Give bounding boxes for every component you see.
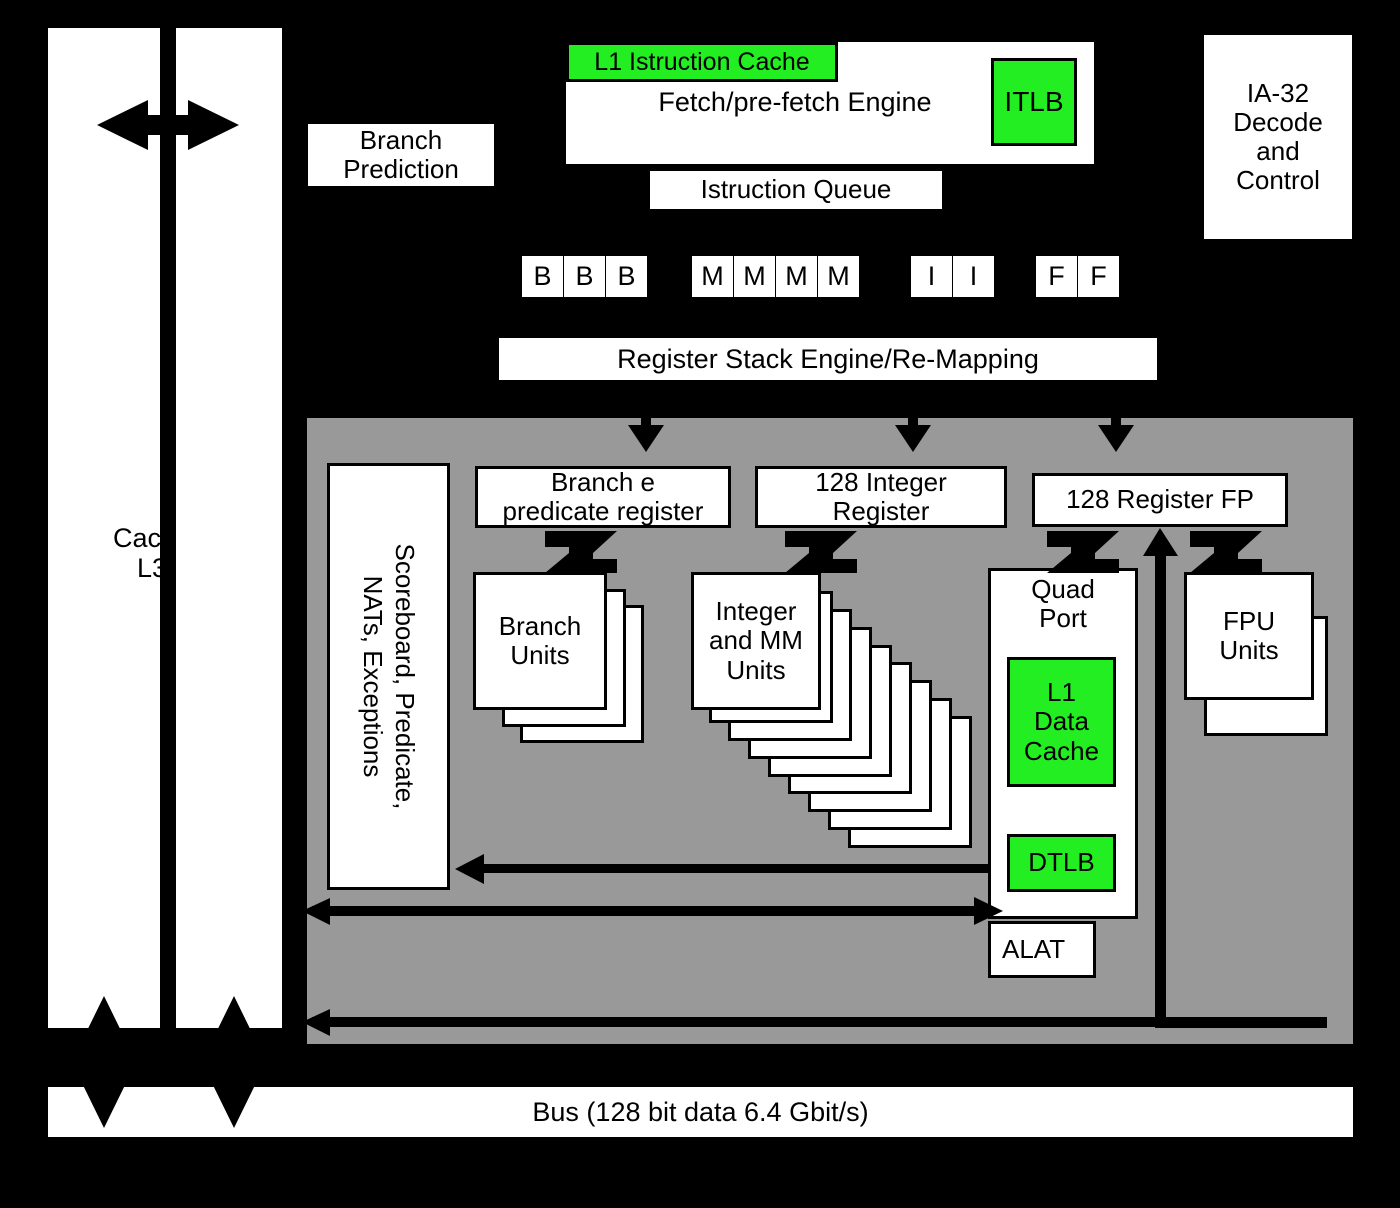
writeback-up-arrow-icon bbox=[1143, 528, 1327, 1028]
bus-link-arrow-icon bbox=[79, 996, 259, 1128]
core-to-memory-arrow-icon bbox=[302, 897, 1003, 925]
memory-to-scoreboard-arrow-icon bbox=[455, 854, 988, 884]
cache-link-arrow-icon bbox=[97, 92, 239, 158]
dispatch-arrow-icon bbox=[628, 380, 1134, 452]
arrow-layer bbox=[79, 92, 1327, 1128]
bus-feedback-arrow-icon bbox=[302, 1009, 1327, 1036]
architecture-diagram: Cache L3 Cache L2 Branch Prediction Fetc… bbox=[0, 0, 1400, 1208]
